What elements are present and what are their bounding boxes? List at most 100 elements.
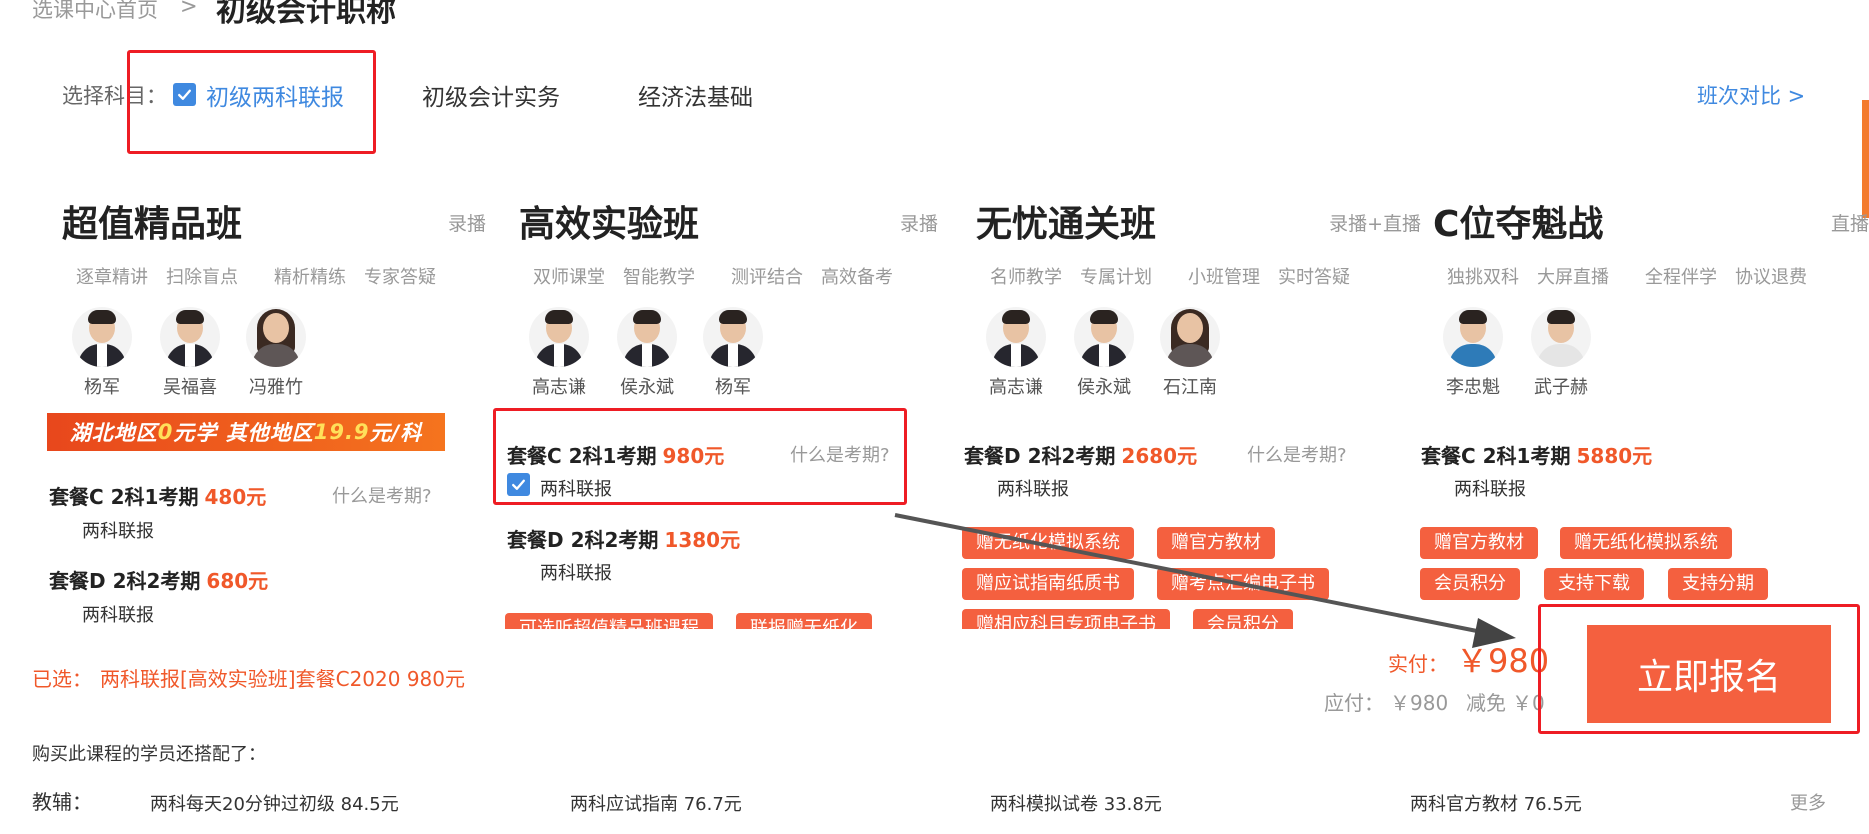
breadcrumb-home[interactable]: 选课中心首页 bbox=[32, 0, 158, 24]
banner-text: 元学 其他地区 bbox=[173, 421, 314, 445]
exam-period-help-link[interactable]: 什么是考期? bbox=[332, 482, 432, 508]
tag-list-clipped: 赠无纸化模拟系统 赠官方教材 赠应试指南纸质书 赠考点汇编电子书 赠相应科目专项… bbox=[957, 520, 1387, 629]
breadcrumb-separator: > bbox=[180, 0, 198, 18]
promo-banner[interactable]: 湖北地区 0 元学 其他地区 19.9 元/科 bbox=[47, 413, 445, 451]
class-mode: 直播 bbox=[1830, 213, 1869, 235]
package-price: 5880元 bbox=[1576, 444, 1653, 468]
package-option[interactable]: 套餐D 2科2考期 2680元 bbox=[964, 440, 1197, 469]
class-mode: 录播 bbox=[447, 213, 486, 235]
benefit-tag: 联报赠无纸化 bbox=[736, 613, 872, 629]
teacher[interactable]: 杨军 bbox=[62, 307, 142, 399]
enroll-now-button[interactable]: 立即报名 bbox=[1587, 625, 1831, 723]
teacher[interactable]: 石江南 bbox=[1150, 307, 1230, 399]
package-name: 套餐D 2科2考期 bbox=[49, 569, 201, 593]
tag-list-clipped: 可选听超值精品班课程 联报赠无纸化 bbox=[493, 605, 923, 629]
package-option[interactable]: 套餐D 2科2考期 1380元 bbox=[507, 524, 740, 553]
checkbox-checked-icon[interactable] bbox=[173, 83, 196, 106]
actual-pay-value: ￥980 bbox=[1456, 642, 1550, 680]
banner-highlight: 19.9 bbox=[313, 420, 370, 444]
recommend-title: 购买此课程的学员还搭配了： bbox=[32, 744, 266, 765]
benefit-tag: 赠相应科目专项电子书 bbox=[962, 609, 1170, 629]
package-option[interactable]: 套餐D 2科2考期 680元 bbox=[49, 565, 268, 594]
class-feature: 双师课堂 bbox=[533, 267, 605, 288]
class-feature: 大屏直播 bbox=[1537, 267, 1609, 288]
teacher-name: 石江南 bbox=[1163, 377, 1217, 398]
package-name: 套餐D 2科2考期 bbox=[964, 444, 1116, 468]
class-feature: 协议退费 bbox=[1735, 267, 1807, 288]
teacher-avatar bbox=[160, 307, 220, 367]
banner-highlight: 0 bbox=[157, 420, 174, 444]
benefit-tag: 赠考点汇编电子书 bbox=[1157, 568, 1329, 600]
benefit-tag: 可选听超值精品班课程 bbox=[505, 613, 713, 629]
package-price: 980元 bbox=[662, 444, 725, 468]
teacher-name: 高志谦 bbox=[532, 377, 586, 398]
benefit-tag: 会员积分 bbox=[1193, 609, 1293, 629]
teacher-avatar bbox=[1160, 307, 1220, 367]
teacher[interactable]: 冯雅竹 bbox=[236, 307, 316, 399]
class-card-1[interactable]: 超值精品班 录播 逐章精讲 扫除盲点 精析精练 专家答疑 杨军 吴福喜 冯雅竹 bbox=[62, 195, 492, 625]
selected-label: 已选： bbox=[32, 667, 92, 691]
teacher[interactable]: 高志谦 bbox=[519, 307, 599, 399]
exam-period-help-link[interactable]: 什么是考期? bbox=[1247, 441, 1347, 467]
teacher-name: 武子赫 bbox=[1534, 377, 1588, 398]
rebate-label: 减免 bbox=[1466, 691, 1506, 715]
package-subject: 两科联报 bbox=[82, 605, 154, 626]
package-option[interactable]: 套餐C 2科1考期 5880元 bbox=[1421, 440, 1652, 469]
package-name: 套餐C 2科1考期 bbox=[49, 485, 199, 509]
teacher-avatar bbox=[1074, 307, 1134, 367]
teacher[interactable]: 侯永斌 bbox=[607, 307, 687, 399]
tag-list: 赠官方教材 赠无纸化模拟系统 会员积分 支持下载 支持分期 bbox=[1420, 520, 1860, 610]
class-feature: 小班管理 bbox=[1188, 267, 1260, 288]
package-subject: 两科联报 bbox=[540, 563, 612, 584]
exam-period-help-link[interactable]: 什么是考期? bbox=[790, 441, 890, 467]
subject-tab-combined[interactable]: 初级两科联报 bbox=[206, 78, 344, 112]
class-title: C位夺魁战 bbox=[1433, 204, 1604, 245]
aux-material-item[interactable]: 两科应试指南 76.7元 bbox=[570, 790, 742, 816]
subject-tab-economic-law[interactable]: 经济法基础 bbox=[638, 78, 753, 112]
teacher[interactable]: 高志谦 bbox=[976, 307, 1056, 399]
teacher-avatar bbox=[703, 307, 763, 367]
teacher[interactable]: 侯永斌 bbox=[1064, 307, 1144, 399]
class-feature: 扫除盲点 bbox=[166, 267, 238, 288]
package-option-selected[interactable]: 套餐C 2科1考期 980元 bbox=[507, 440, 724, 469]
side-accent-bar bbox=[1862, 100, 1869, 218]
teacher-name: 杨军 bbox=[84, 377, 120, 398]
benefit-tag: 赠无纸化模拟系统 bbox=[1560, 527, 1732, 559]
aux-material-item[interactable]: 两科官方教材 76.5元 bbox=[1410, 790, 1582, 816]
teacher-name: 李忠魁 bbox=[1446, 377, 1500, 398]
teacher[interactable]: 武子赫 bbox=[1521, 307, 1601, 399]
class-feature: 智能教学 bbox=[623, 267, 695, 288]
aux-material-label: 教辅： bbox=[32, 790, 92, 814]
teacher-name: 冯雅竹 bbox=[249, 377, 303, 398]
teacher[interactable]: 吴福喜 bbox=[150, 307, 230, 399]
checkbox-checked-icon[interactable] bbox=[507, 473, 530, 496]
class-feature: 实时答疑 bbox=[1278, 267, 1350, 288]
class-feature: 精析精练 bbox=[274, 267, 346, 288]
package-price: 2680元 bbox=[1121, 444, 1198, 468]
class-compare-link[interactable]: 班次对比 > bbox=[1697, 80, 1805, 110]
benefit-tag: 支持下载 bbox=[1544, 568, 1644, 600]
package-price: 1380元 bbox=[664, 528, 741, 552]
teacher[interactable]: 李忠魁 bbox=[1433, 307, 1513, 399]
subject-tab-accounting[interactable]: 初级会计实务 bbox=[422, 78, 560, 112]
package-option[interactable]: 套餐C 2科1考期 480元 bbox=[49, 481, 266, 510]
teacher-avatar bbox=[986, 307, 1046, 367]
aux-material-item[interactable]: 两科每天20分钟过初级 84.5元 bbox=[150, 790, 399, 816]
teacher-avatar bbox=[72, 307, 132, 367]
teacher-name: 侯永斌 bbox=[1077, 377, 1131, 398]
class-feature: 逐章精讲 bbox=[76, 267, 148, 288]
benefit-tag: 支持分期 bbox=[1668, 568, 1768, 600]
benefit-tag: 会员积分 bbox=[1420, 568, 1520, 600]
class-feature: 独挑双科 bbox=[1447, 267, 1519, 288]
class-feature: 测评结合 bbox=[731, 267, 803, 288]
actual-pay-label: 实付： bbox=[1388, 652, 1448, 676]
aux-material-item[interactable]: 两科模拟试卷 33.8元 bbox=[990, 790, 1162, 816]
teacher[interactable]: 杨军 bbox=[693, 307, 773, 399]
package-subject: 两科联报 bbox=[82, 521, 154, 542]
package-name: 套餐D 2科2考期 bbox=[507, 528, 659, 552]
class-mode: 录播 bbox=[899, 213, 938, 235]
more-link[interactable]: 更多 bbox=[1790, 789, 1826, 815]
teacher-name: 杨军 bbox=[715, 377, 751, 398]
due-value: ￥980 bbox=[1390, 691, 1449, 715]
teacher-name: 侯永斌 bbox=[620, 377, 674, 398]
